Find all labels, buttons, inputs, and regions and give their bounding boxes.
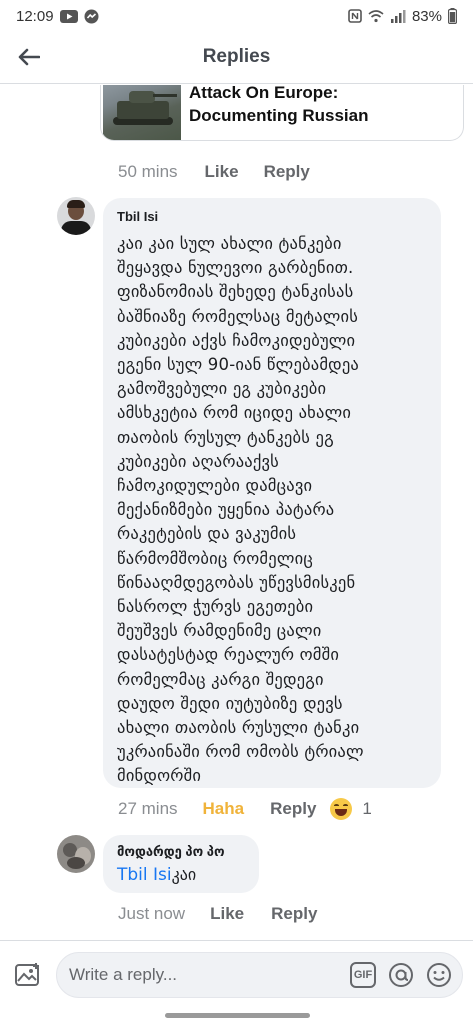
avatar[interactable] (57, 835, 95, 873)
replies-thread: Attack On Europe: Documenting Russian 50… (0, 85, 473, 940)
comment-actions: 50 mins Like Reply (118, 162, 310, 182)
battery-percent: 83% (411, 7, 442, 25)
like-button[interactable]: Like (205, 162, 239, 182)
comment-bubble: Tbil Isi კაი კაი სულ ახალი ტანკები შეყავ… (103, 198, 441, 788)
comment-timestamp: Just now (118, 904, 186, 923)
status-bar: 12:09 83% (0, 0, 473, 32)
mention-link[interactable]: Tbil Isi (117, 865, 172, 885)
haha-emoji-icon (330, 798, 353, 820)
nfc-icon (348, 9, 362, 23)
messenger-icon (84, 9, 99, 24)
haha-reaction-button[interactable]: Haha (203, 799, 245, 819)
reply-button[interactable]: Reply (271, 904, 317, 924)
emoji-button[interactable] (426, 962, 452, 988)
home-indicator[interactable] (165, 1013, 310, 1018)
link-thumbnail (103, 85, 181, 140)
photo-icon (15, 963, 39, 986)
comment-text: კაი კაი სულ ახალი ტანკები შეყავდა ნულევო… (117, 234, 364, 786)
comment-timestamp: 27 mins (118, 799, 178, 818)
reply-button[interactable]: Reply (264, 162, 310, 182)
comment-author[interactable]: Tbil Isi (117, 208, 427, 226)
add-photo-button[interactable] (14, 961, 42, 989)
status-time: 12:09 (16, 7, 54, 25)
like-button[interactable]: Like (210, 904, 244, 924)
comment-actions: Just now Like Reply (118, 904, 317, 924)
header: Replies (0, 32, 473, 84)
smiley-icon (427, 963, 451, 987)
comment-actions: 27 mins Haha Reply 1 (118, 798, 372, 820)
mention-at-button[interactable] (388, 962, 414, 988)
reply-button[interactable]: Reply (270, 799, 316, 819)
comment-text: Tbil Isiკაი (117, 865, 197, 885)
battery-icon (448, 8, 457, 24)
reaction-count[interactable]: 1 (362, 799, 371, 819)
youtube-icon (59, 9, 78, 23)
reply-composer: GIF (0, 940, 473, 1008)
at-icon (389, 963, 413, 987)
page-title: Replies (202, 46, 271, 67)
comment-bubble: მოდარდე პო პო Tbil Isiკაი (103, 835, 259, 893)
link-title: Attack On Europe: Documenting Russian (189, 85, 369, 125)
avatar[interactable] (57, 197, 95, 235)
gif-button[interactable]: GIF (350, 962, 376, 988)
link-preview-card[interactable]: Attack On Europe: Documenting Russian (100, 85, 464, 141)
comment-timestamp: 50 mins (118, 162, 178, 181)
reply-input[interactable] (69, 965, 339, 985)
reply-input-container[interactable]: GIF (56, 952, 463, 998)
comment-author[interactable]: მოდარდე პო პო (117, 843, 245, 861)
wifi-icon (368, 9, 384, 23)
signal-icon (390, 9, 406, 23)
